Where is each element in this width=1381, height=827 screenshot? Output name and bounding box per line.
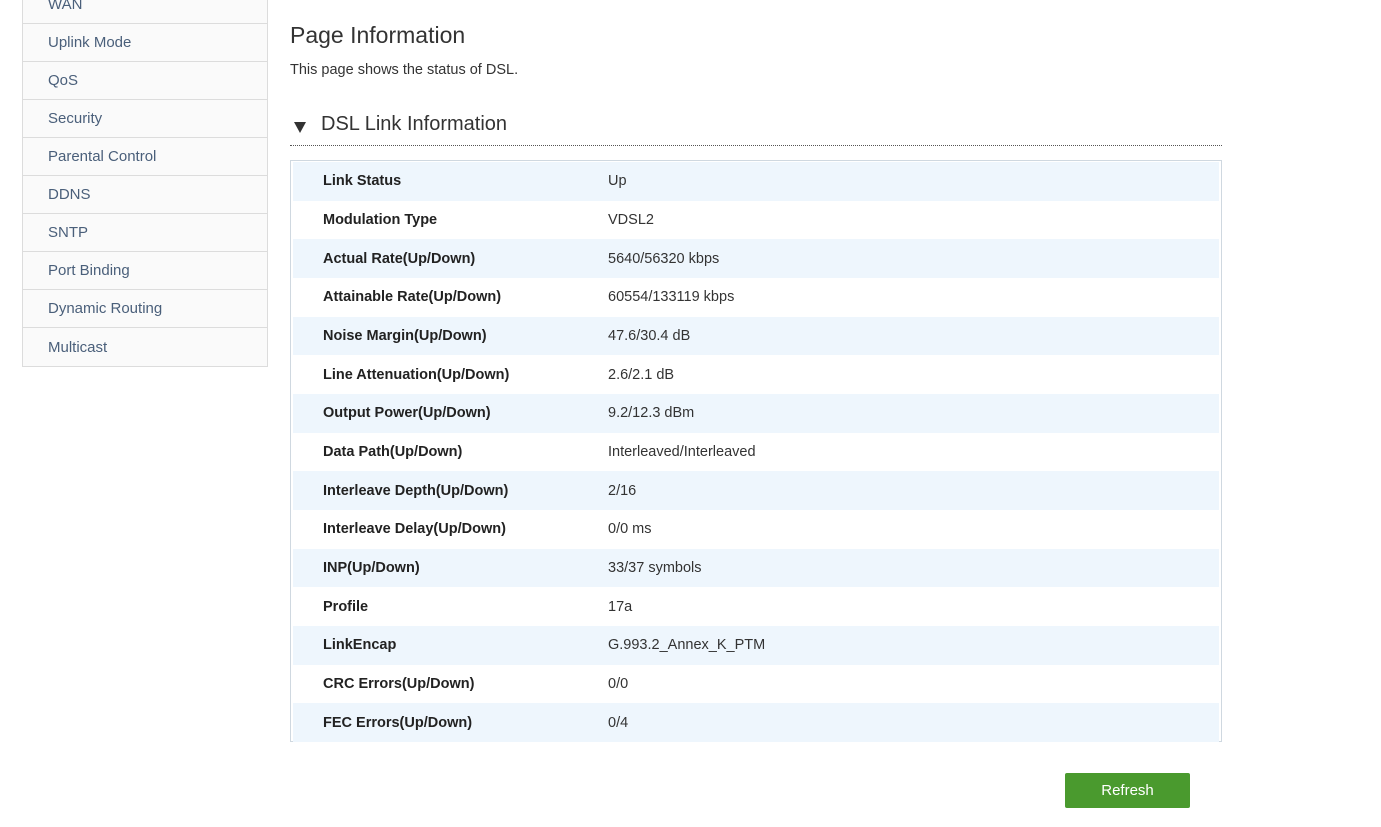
- sidebar-item-qos[interactable]: QoS: [23, 62, 267, 100]
- table-row: Interleave Depth(Up/Down) 2/16: [293, 471, 1219, 510]
- sidebar-item-wan[interactable]: WAN: [23, 0, 267, 24]
- row-label: Line Attenuation(Up/Down): [323, 366, 510, 383]
- sidebar-item-label: Port Binding: [48, 262, 130, 279]
- sidebar-item-uplink-mode[interactable]: Uplink Mode: [23, 24, 267, 62]
- row-value: VDSL2: [608, 211, 654, 228]
- row-label: Data Path(Up/Down): [323, 443, 463, 460]
- sidebar-item-label: Uplink Mode: [48, 34, 132, 51]
- page-title: Page Information: [290, 22, 466, 48]
- sidebar-item-dynamic-routing[interactable]: Dynamic Routing: [23, 290, 267, 328]
- table-row: Data Path(Up/Down) Interleaved/Interleave…: [293, 432, 1219, 472]
- table-row: Noise Margin(Up/Down) 47.6/30.4 dB: [293, 316, 1219, 356]
- sidebar-item-security[interactable]: Security: [23, 100, 267, 138]
- sidebar-item-port-binding[interactable]: Port Binding: [23, 252, 267, 290]
- row-label: LinkEncap: [323, 637, 397, 654]
- table-row: Line Attenuation(Up/Down) 2.6/2.1 dB: [293, 355, 1219, 394]
- sidebar-item-label: Multicast: [48, 338, 108, 356]
- row-label: Output Power(Up/Down): [323, 405, 491, 422]
- table-row: Modulation Type VDSL2: [293, 200, 1219, 240]
- sidebar-item-multicast[interactable]: Multicast: [23, 328, 267, 366]
- row-value: G.993.2_Annex_K_PTM: [608, 637, 766, 654]
- table-row: FEC Errors(Up/Down) 0/4: [293, 703, 1219, 742]
- row-label: Modulation Type: [323, 211, 438, 228]
- sidebar-item-label: SNTP: [48, 224, 89, 241]
- sidebar-item-label: WAN: [48, 0, 83, 13]
- sidebar-item-label: Security: [48, 110, 103, 127]
- row-label: Noise Margin(Up/Down): [323, 327, 487, 344]
- row-label: Actual Rate(Up/Down): [323, 250, 476, 267]
- row-value: 2/16: [608, 482, 637, 499]
- sidebar-item-label: DDNS: [48, 186, 91, 203]
- dsl-info-table: Link Status Up Modulation Type VDSL2 Actua…: [290, 160, 1222, 742]
- row-value: 33/37 symbols: [608, 559, 702, 576]
- table-row: Output Power(Up/Down) 9.2/12.3 dBm: [293, 393, 1219, 433]
- table-row: Interleave Delay(Up/Down) 0/0 ms: [293, 509, 1219, 549]
- row-label: Interleave Delay(Up/Down): [323, 521, 506, 538]
- row-value: Up: [608, 173, 627, 190]
- table-row: LinkEncap G.993.2_Annex_K_PTM: [293, 625, 1219, 665]
- row-label: Interleave Depth(Up/Down): [323, 482, 509, 499]
- page-description: This page shows the status of DSL.: [290, 62, 519, 78]
- refresh-button[interactable]: Refresh: [1065, 773, 1190, 808]
- row-label: Attainable Rate(Up/Down): [323, 289, 502, 306]
- sidebar-item-label: QoS: [48, 72, 79, 89]
- dsl-section-header[interactable]: DSL Link Information: [290, 108, 1222, 146]
- row-value: 0/4: [608, 714, 629, 731]
- table-row: INP(Up/Down) 33/37 symbols: [293, 548, 1219, 588]
- sidebar-nav: WAN Uplink Mode QoS Security Parental Co…: [22, 0, 268, 367]
- sidebar-item-label: Parental Control: [48, 148, 157, 165]
- row-label: Profile: [323, 598, 369, 615]
- sidebar-item-parental-control[interactable]: Parental Control: [23, 138, 267, 176]
- table-row: Profile 17a: [293, 587, 1219, 626]
- row-value: 2.6/2.1 dB: [608, 366, 675, 383]
- table-row: Attainable Rate(Up/Down) 60554/133119 kbp…: [293, 277, 1219, 317]
- row-value: 5640/56320 kbps: [608, 250, 720, 267]
- row-value: 9.2/12.3 dBm: [608, 405, 695, 422]
- sidebar-item-label: Dynamic Routing: [48, 300, 163, 317]
- row-value: Interleaved/Interleaved: [608, 443, 756, 460]
- row-label: CRC Errors(Up/Down): [323, 675, 475, 692]
- triangle-down-icon[interactable]: [294, 122, 306, 133]
- row-value: 17a: [608, 598, 633, 615]
- row-value: 0/0 ms: [608, 521, 652, 538]
- sidebar-item-ddns[interactable]: DDNS: [23, 176, 267, 214]
- section-title: DSL Link Information: [321, 113, 508, 135]
- row-label: Link Status: [323, 173, 402, 190]
- row-label: FEC Errors(Up/Down): [323, 714, 473, 731]
- table-row: CRC Errors(Up/Down) 0/0: [293, 664, 1219, 704]
- row-label: INP(Up/Down): [323, 559, 420, 576]
- table-row: Link Status Up: [293, 162, 1219, 201]
- row-value: 60554/133119 kbps: [608, 289, 735, 306]
- row-value: 47.6/30.4 dB: [608, 327, 691, 344]
- sidebar-item-sntp[interactable]: SNTP: [23, 214, 267, 252]
- row-value: 0/0: [608, 675, 629, 692]
- table-row: Actual Rate(Up/Down) 5640/56320 kbps: [293, 239, 1219, 278]
